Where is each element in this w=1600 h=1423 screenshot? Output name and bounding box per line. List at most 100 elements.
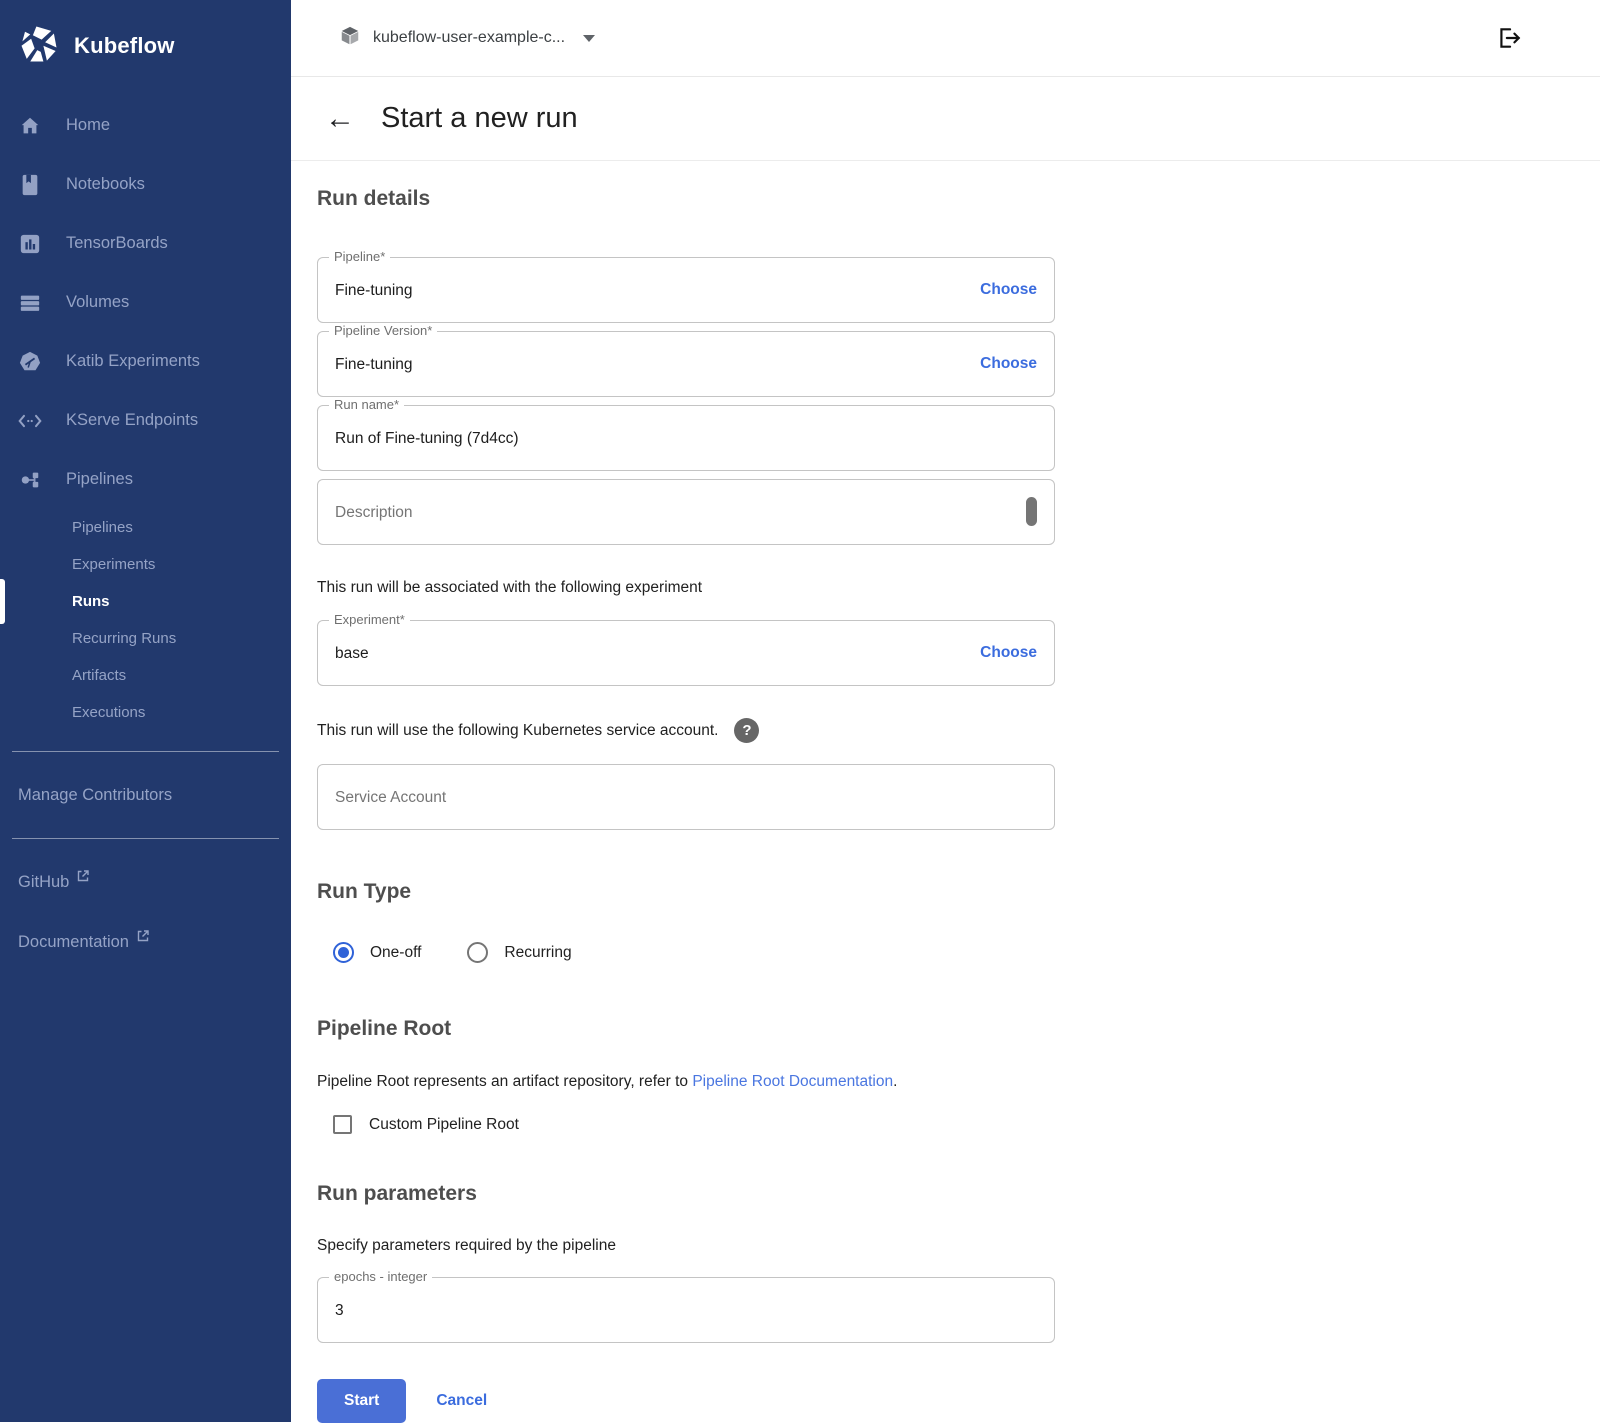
active-indicator: [0, 579, 5, 624]
service-account-note: This run will use the following Kubernet…: [317, 722, 718, 740]
pipelines-subnav: Pipelines Experiments Runs Recurring Run…: [0, 509, 291, 731]
sidebar-subitem-pipelines[interactable]: Pipelines: [0, 509, 291, 546]
namespace-label: kubeflow-user-example-c...: [373, 29, 565, 47]
brand-name: Kubeflow: [74, 33, 175, 59]
description-resize-handle[interactable]: [1026, 497, 1037, 526]
pipeline-field-value: Fine-tuning: [335, 282, 413, 300]
sidebar-item-label: Pipelines: [66, 470, 133, 489]
page-header: ← Start a new run: [291, 77, 1600, 161]
run-details-heading: Run details: [317, 187, 1055, 211]
service-account-field[interactable]: Service Account: [317, 764, 1055, 830]
endpoints-icon: [18, 409, 42, 433]
pipeline-root-heading: Pipeline Root: [317, 1017, 1055, 1041]
run-parameters-note: Specify parameters required by the pipel…: [317, 1237, 1055, 1255]
run-type-options: One-off Recurring: [317, 942, 1055, 963]
sidebar-item-kserve-endpoints[interactable]: KServe Endpoints: [0, 391, 291, 450]
sidebar-subitem-label: Runs: [72, 593, 110, 610]
manage-contributors-link[interactable]: Manage Contributors: [0, 772, 291, 818]
experiment-field[interactable]: Experiment* base Choose: [317, 620, 1055, 686]
run-name-field-value: Run of Fine-tuning (7d4cc): [335, 430, 519, 448]
sidebar-subitem-experiments[interactable]: Experiments: [0, 546, 291, 583]
back-arrow-icon[interactable]: ←: [321, 102, 359, 136]
experiment-note: This run will be associated with the fol…: [317, 579, 1055, 597]
sidebar-divider: [12, 838, 279, 839]
notebook-icon: [18, 173, 42, 197]
radio-icon: [333, 942, 354, 963]
sidebar-item-label: Home: [66, 116, 110, 135]
namespace-selector[interactable]: kubeflow-user-example-c...: [339, 25, 595, 52]
manage-contributors-label: Manage Contributors: [18, 786, 172, 805]
run-name-field-label: Run name*: [329, 397, 404, 412]
radio-one-off[interactable]: One-off: [333, 942, 421, 963]
sidebar: Kubeflow Home Notebooks TensorBoards Vol…: [0, 0, 291, 1422]
pipeline-version-field-label: Pipeline Version*: [329, 323, 437, 338]
sidebar-item-pipelines[interactable]: Pipelines: [0, 450, 291, 509]
documentation-link[interactable]: Documentation: [0, 919, 291, 965]
kubeflow-brand[interactable]: Kubeflow: [0, 0, 291, 72]
pipeline-version-field[interactable]: Pipeline Version* Fine-tuning Choose: [317, 331, 1055, 397]
radio-recurring[interactable]: Recurring: [467, 942, 571, 963]
sidebar-item-label: Volumes: [66, 293, 129, 312]
main-area: kubeflow-user-example-c... ← Start a new…: [291, 0, 1600, 1422]
page-title: Start a new run: [381, 102, 578, 135]
cancel-button[interactable]: Cancel: [436, 1392, 487, 1410]
experiment-choose-button[interactable]: Choose: [980, 644, 1037, 662]
sidebar-item-notebooks[interactable]: Notebooks: [0, 155, 291, 214]
sidebar-item-volumes[interactable]: Volumes: [0, 273, 291, 332]
sidebar-subitem-recurring-runs[interactable]: Recurring Runs: [0, 620, 291, 657]
sidebar-item-label: KServe Endpoints: [66, 411, 198, 430]
pipelines-icon: [18, 468, 42, 492]
sidebar-subitem-label: Artifacts: [72, 667, 126, 684]
pipeline-version-field-value: Fine-tuning: [335, 356, 413, 374]
experiment-field-label: Experiment*: [329, 612, 410, 627]
custom-pipeline-root-checkbox-row[interactable]: Custom Pipeline Root: [317, 1115, 1055, 1134]
description-field[interactable]: Description: [317, 479, 1055, 545]
sidebar-subitem-label: Pipelines: [72, 519, 133, 536]
sidebar-item-home[interactable]: Home: [0, 96, 291, 155]
sidebar-item-katib-experiments[interactable]: Katib Experiments: [0, 332, 291, 391]
sidebar-nav: Home Notebooks TensorBoards Volumes Kati…: [0, 96, 291, 731]
sidebar-item-label: Katib Experiments: [66, 352, 200, 371]
pipeline-root-text-prefix: Pipeline Root represents an artifact rep…: [317, 1073, 692, 1090]
sidebar-subitem-label: Executions: [72, 704, 145, 721]
description-placeholder: Description: [335, 504, 413, 522]
checkbox-icon[interactable]: [333, 1115, 352, 1134]
sidebar-subitem-executions[interactable]: Executions: [0, 694, 291, 731]
tensorboard-icon: [18, 232, 42, 256]
home-icon: [18, 114, 42, 138]
sidebar-divider: [12, 751, 279, 752]
pipeline-field-label: Pipeline*: [329, 249, 390, 264]
pipeline-version-choose-button[interactable]: Choose: [980, 355, 1037, 373]
epochs-field[interactable]: epochs - integer 3: [317, 1277, 1055, 1343]
pipeline-root-text-suffix: .: [893, 1073, 897, 1090]
external-link-icon: [137, 928, 149, 947]
page-content: Run details Pipeline* Fine-tuning Choose…: [291, 161, 1055, 1423]
help-icon[interactable]: ?: [734, 718, 759, 743]
epochs-field-label: epochs - integer: [329, 1269, 432, 1284]
volumes-icon: [18, 291, 42, 315]
documentation-label: Documentation: [18, 933, 129, 952]
sidebar-item-label: Notebooks: [66, 175, 145, 194]
sidebar-item-label: TensorBoards: [66, 234, 168, 253]
logout-icon: [1496, 25, 1522, 51]
sidebar-subitem-artifacts[interactable]: Artifacts: [0, 657, 291, 694]
radio-icon: [467, 942, 488, 963]
katib-icon: [18, 350, 42, 374]
start-button[interactable]: Start: [317, 1379, 406, 1423]
sidebar-subitem-runs[interactable]: Runs: [0, 583, 291, 620]
logout-button[interactable]: [1496, 25, 1522, 51]
service-account-placeholder: Service Account: [335, 789, 446, 807]
run-type-heading: Run Type: [317, 880, 1055, 904]
namespace-icon: [339, 25, 361, 52]
pipeline-field[interactable]: Pipeline* Fine-tuning Choose: [317, 257, 1055, 323]
sidebar-subitem-label: Recurring Runs: [72, 630, 176, 647]
github-link[interactable]: GitHub: [0, 859, 291, 905]
run-parameters-heading: Run parameters: [317, 1182, 1055, 1206]
run-name-field[interactable]: Run name* Run of Fine-tuning (7d4cc): [317, 405, 1055, 471]
pipeline-choose-button[interactable]: Choose: [980, 281, 1037, 299]
sidebar-subitem-label: Experiments: [72, 556, 155, 573]
experiment-field-value: base: [335, 645, 369, 663]
pipeline-root-doc-link[interactable]: Pipeline Root Documentation: [692, 1073, 893, 1090]
sidebar-item-tensorboards[interactable]: TensorBoards: [0, 214, 291, 273]
kubeflow-logo-icon: [18, 23, 60, 70]
